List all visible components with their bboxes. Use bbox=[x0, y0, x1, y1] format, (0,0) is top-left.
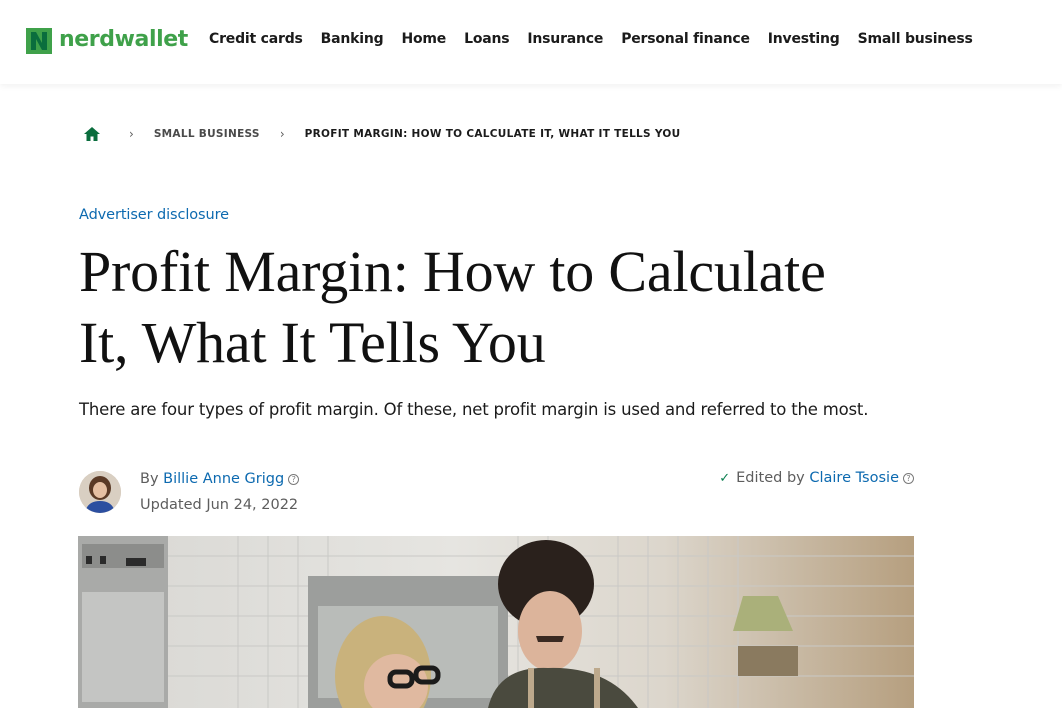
article-dek: There are four types of profit margin. O… bbox=[79, 400, 869, 419]
main-nav: Credit cards Banking Home Loans Insuranc… bbox=[209, 31, 991, 47]
article-title-line-2: It, What It Tells You bbox=[79, 310, 546, 375]
site-header: nerdwallet Credit cards Banking Home Loa… bbox=[0, 0, 1062, 84]
nav-banking[interactable]: Banking bbox=[321, 31, 384, 47]
check-icon: ✓ bbox=[719, 471, 731, 486]
editor-info-icon[interactable]: ? bbox=[903, 473, 914, 484]
nav-investing[interactable]: Investing bbox=[768, 31, 840, 47]
nav-personal-finance[interactable]: Personal finance bbox=[621, 31, 750, 47]
home-icon[interactable] bbox=[83, 125, 101, 143]
editor-link[interactable]: Claire Tsosie bbox=[809, 470, 899, 486]
breadcrumb-separator: › bbox=[129, 127, 134, 141]
article-title-line-1: Profit Margin: How to Calculate bbox=[79, 239, 826, 304]
breadcrumb-small-business[interactable]: SMALL BUSINESS bbox=[154, 128, 260, 140]
breadcrumb-separator: › bbox=[279, 127, 285, 141]
by-prefix: By bbox=[140, 471, 159, 487]
article-hero-image bbox=[78, 536, 914, 708]
logo-wordmark-text: nerdwallet bbox=[59, 27, 188, 52]
breadcrumb: › SMALL BUSINESS › PROFIT MARGIN: HOW TO… bbox=[83, 125, 680, 143]
editor-line: ✓ Edited by Claire Tsosie? bbox=[719, 470, 914, 486]
advertiser-disclosure-link[interactable]: Advertiser disclosure bbox=[79, 207, 229, 223]
article-title: Profit Margin: How to Calculate It, What… bbox=[79, 236, 939, 378]
nav-home[interactable]: Home bbox=[401, 31, 446, 47]
nav-loans[interactable]: Loans bbox=[464, 31, 509, 47]
author-avatar-image bbox=[79, 471, 121, 513]
breadcrumb-current-page: PROFIT MARGIN: HOW TO CALCULATE IT, WHAT… bbox=[304, 128, 681, 140]
author-link[interactable]: Billie Anne Grigg bbox=[163, 471, 284, 487]
logo-wordmark: nerdwallet bbox=[59, 27, 188, 53]
updated-date: Updated Jun 24, 2022 bbox=[140, 497, 299, 513]
nerdwallet-logo[interactable]: nerdwallet bbox=[26, 27, 188, 55]
byline: By Billie Anne Grigg? Updated Jun 24, 20… bbox=[79, 470, 914, 520]
nav-insurance[interactable]: Insurance bbox=[527, 31, 603, 47]
author-line: By Billie Anne Grigg? bbox=[140, 471, 300, 487]
nav-small-business[interactable]: Small business bbox=[858, 31, 973, 47]
nerdwallet-logo-icon bbox=[26, 28, 52, 54]
nav-credit-cards[interactable]: Credit cards bbox=[209, 31, 303, 47]
author-info-icon[interactable]: ? bbox=[288, 474, 300, 485]
hero-image-illustration bbox=[78, 536, 914, 708]
edited-prefix: Edited by bbox=[736, 470, 805, 486]
author-avatar[interactable] bbox=[79, 471, 121, 513]
